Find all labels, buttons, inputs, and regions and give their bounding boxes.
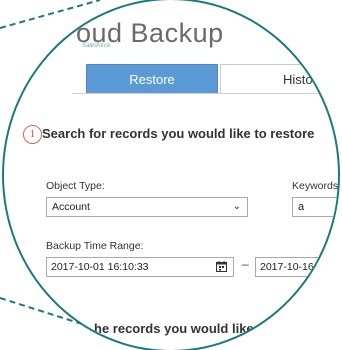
section-heading-2: he records you would like to: [94, 321, 270, 336]
backup-from-date-input[interactable]: 2017-10-01 16:10:33: [46, 257, 234, 277]
brand-label: Salesforce: [82, 43, 111, 49]
keywords-input[interactable]: a: [292, 197, 338, 217]
range-separator: –: [242, 257, 249, 271]
magnifier-lens: oud Backup Salesforce Restore Histor 1 S…: [2, 0, 340, 350]
backup-to-date-value: 2017-10-16 16: [260, 261, 329, 273]
keywords-value: a: [298, 201, 305, 213]
tab-divider: [72, 93, 338, 94]
section-heading: Search for records you would like to res…: [42, 126, 315, 141]
calendar-icon[interactable]: [216, 261, 227, 272]
tab-restore[interactable]: Restore: [86, 64, 218, 94]
object-type-select[interactable]: Account ⌄: [46, 197, 248, 217]
zoomed-screenshot: oud Backup Salesforce Restore Histor 1 S…: [0, 0, 342, 350]
backup-to-date-input[interactable]: 2017-10-16 16: [255, 257, 338, 277]
keywords-label: Keywords: [292, 180, 339, 192]
step-number-badge: 1: [23, 125, 42, 144]
backup-from-date-value: 2017-10-01 16:10:33: [51, 261, 149, 273]
object-type-label: Object Type:: [46, 180, 105, 192]
tab-history[interactable]: Histor: [220, 64, 338, 94]
chevron-down-icon: ⌄: [232, 201, 241, 212]
backup-time-range-label: Backup Time Range:: [46, 240, 144, 252]
object-type-value: Account: [52, 201, 90, 213]
